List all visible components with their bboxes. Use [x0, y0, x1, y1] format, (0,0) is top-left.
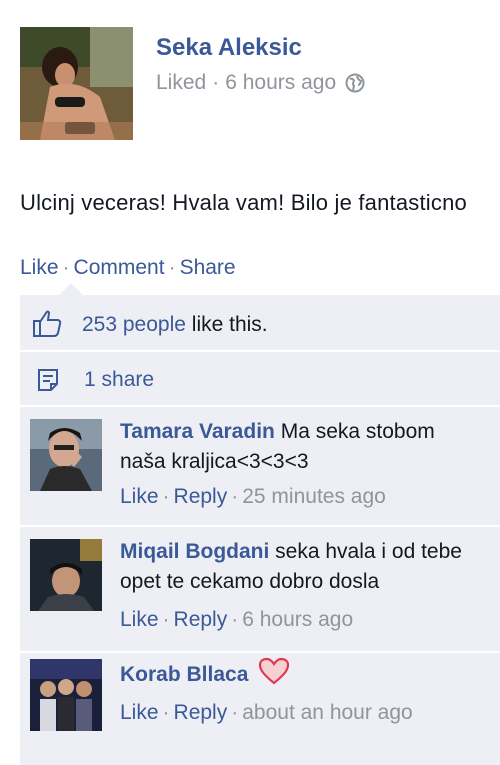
comment-body-line2: opet te cekamo dobro dosla [120, 570, 380, 593]
comment-body-line1: Ma seka stobom [280, 420, 435, 443]
action-separator: · [162, 485, 170, 508]
author-photo [20, 27, 133, 140]
comment-text: Tamara Varadin Ma seka stobom naša kralj… [120, 417, 435, 477]
like-link[interactable]: Like [20, 256, 59, 279]
comment-actions: Like · Reply · 25 minutes ago [120, 485, 386, 509]
heart-icon [258, 657, 290, 694]
thumbs-up-icon [32, 309, 62, 342]
action-separator: · [231, 608, 239, 631]
post-status-text: Ulcinj veceras! Hvala vam! Bilo je fanta… [20, 190, 467, 215]
action-separator: · [162, 608, 170, 631]
action-separator: · [168, 256, 176, 279]
globe-icon[interactable] [345, 73, 365, 93]
ufi-arrow [59, 283, 83, 295]
comment-reply-link[interactable]: Reply [174, 701, 228, 724]
meta-separator: · [212, 71, 220, 94]
likes-count-link[interactable]: 253 people [82, 313, 186, 336]
feedback-panel: 253 people like this. 1 share Tamara Var… [20, 295, 500, 765]
comment-body-line2: naša kraljica<3<3<3 [120, 450, 309, 473]
comment-actions: Like · Reply · 6 hours ago [120, 608, 353, 632]
comment-reply-link[interactable]: Reply [174, 485, 228, 508]
commenter-name[interactable]: Tamara Varadin [120, 420, 275, 443]
comment-like-link[interactable]: Like [120, 485, 159, 508]
comment-item: Korab Bllaca Like · Reply · about an hour ag… [20, 653, 500, 753]
shares-link[interactable]: 1 share [84, 368, 154, 392]
comment-link[interactable]: Comment [74, 256, 165, 279]
commenter-name[interactable]: Miqail Bogdani [120, 540, 269, 563]
comment-item: Miqail Bogdani seka hvala i od tebe opet… [20, 527, 500, 647]
commenter-avatar[interactable] [30, 539, 102, 611]
share-link[interactable]: Share [180, 256, 236, 279]
commenter-name[interactable]: Korab Bllaca [120, 663, 248, 686]
action-separator: · [162, 701, 170, 724]
action-separator: · [62, 256, 70, 279]
post-timestamp[interactable]: 6 hours ago [225, 71, 336, 95]
comment-item: Tamara Varadin Ma seka stobom naša kralj… [20, 407, 500, 522]
comment-text: Miqail Bogdani seka hvala i od tebe opet… [120, 537, 462, 597]
author-avatar[interactable] [20, 27, 133, 140]
comment-text: Korab Bllaca [120, 657, 290, 694]
comment-body-line1: seka hvala i od tebe [275, 540, 462, 563]
post-meta-label: Liked [156, 71, 207, 94]
post-meta: Liked · 6 hours ago [156, 71, 365, 95]
comment-timestamp[interactable]: 25 minutes ago [242, 485, 386, 508]
comment-actions: Like · Reply · about an hour ago [120, 701, 413, 725]
comment-timestamp[interactable]: 6 hours ago [242, 608, 353, 631]
share-icon [36, 367, 60, 398]
post-actions: Like · Comment · Share [20, 256, 236, 280]
commenter-avatar[interactable] [30, 419, 102, 491]
divider [20, 350, 500, 352]
likes-summary: 253 people like this. [82, 313, 268, 337]
comment-like-link[interactable]: Like [120, 608, 159, 631]
comment-timestamp[interactable]: about an hour ago [242, 701, 412, 724]
comment-like-link[interactable]: Like [120, 701, 159, 724]
action-separator: · [231, 701, 239, 724]
action-separator: · [231, 485, 239, 508]
likes-summary-rest: like this. [185, 313, 268, 336]
post-author-name[interactable]: Seka Aleksic [156, 34, 302, 62]
comment-reply-link[interactable]: Reply [174, 608, 228, 631]
commenter-avatar[interactable] [30, 659, 102, 731]
